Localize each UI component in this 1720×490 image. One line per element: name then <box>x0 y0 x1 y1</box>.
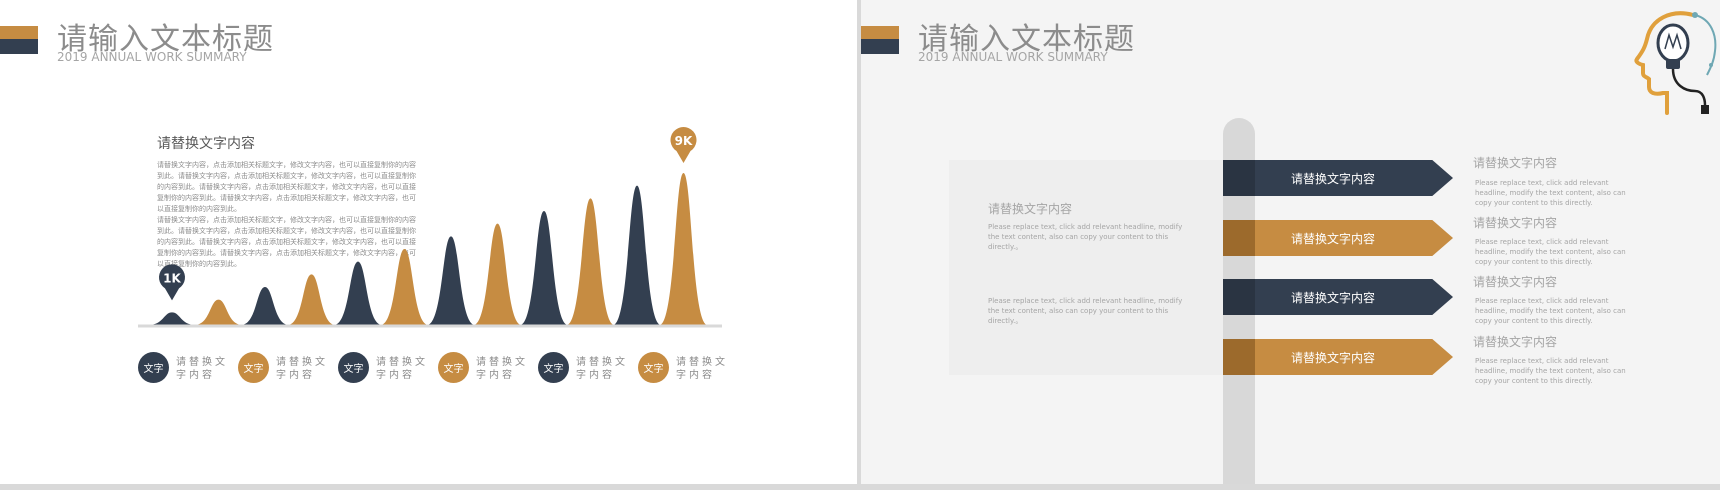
legend-text: 请替换文字内容 <box>176 357 228 381</box>
arrow-label: 请替换文字内容 <box>1291 231 1376 246</box>
item-text-2[interactable]: Please replace text, click add relevant … <box>1475 237 1635 267</box>
item-text-4[interactable]: Please replace text, click add relevant … <box>1475 356 1635 386</box>
legend-item-6[interactable]: 文字 请替换文字内容 <box>638 352 738 388</box>
value-pin: 1K <box>159 264 185 301</box>
legend-item-4[interactable]: 文字 请替换文字内容 <box>438 352 538 388</box>
legend: 文字 请替换文字内容 文字 请替换文字内容 文字 请替换文字内容 文字 请替换文… <box>138 352 738 388</box>
chart-peak <box>241 287 289 325</box>
legend-text: 请替换文字内容 <box>576 357 628 381</box>
arrow-label: 请替换文字内容 <box>1291 171 1376 186</box>
panel-text-1[interactable]: Please replace text, click add relevant … <box>988 222 1193 252</box>
slide-right: 请输入文本标题 2019 ANNUAL WORK SUMMARY 请替换文字内容… <box>861 0 1720 484</box>
item-heading-3[interactable]: 请替换文字内容 <box>1473 273 1557 290</box>
arrow-banner-3[interactable]: 请替换文字内容 <box>1223 279 1453 315</box>
title-accent-orange <box>0 26 38 39</box>
left-panel <box>949 160 1249 375</box>
legend-circle: 文字 <box>338 352 369 383</box>
peak-chart: 1K 9K <box>138 127 722 328</box>
page-subtitle[interactable]: 2019 ANNUAL WORK SUMMARY <box>918 50 1108 64</box>
arrow-banner-4[interactable]: 请替换文字内容 <box>1223 339 1453 375</box>
legend-text: 请替换文字内容 <box>476 357 528 381</box>
chart-peak <box>194 299 243 325</box>
arrow-banner-1[interactable]: 请替换文字内容 <box>1223 160 1453 196</box>
title-accent-navy <box>0 39 38 54</box>
chart-peak <box>380 249 429 325</box>
legend-item-1[interactable]: 文字 请替换文字内容 <box>138 352 238 388</box>
legend-text: 请替换文字内容 <box>376 357 428 381</box>
panel-heading[interactable]: 请替换文字内容 <box>988 200 1072 217</box>
arrow-label: 请替换文字内容 <box>1291 350 1376 365</box>
legend-item-2[interactable]: 文字 请替换文字内容 <box>238 352 338 388</box>
item-heading-4[interactable]: 请替换文字内容 <box>1473 333 1557 350</box>
chart-peak <box>334 261 382 325</box>
arrow-shade <box>1223 279 1255 315</box>
legend-item-5[interactable]: 文字 请替换文字内容 <box>538 352 638 388</box>
legend-circle: 文字 <box>638 352 669 383</box>
item-text-3[interactable]: Please replace text, click add relevant … <box>1475 296 1635 326</box>
chart-peak <box>520 211 568 325</box>
item-heading-2[interactable]: 请替换文字内容 <box>1473 214 1557 231</box>
chart-peak <box>659 173 708 325</box>
pin-label: 9K <box>675 134 693 148</box>
legend-circle: 文字 <box>538 352 569 383</box>
chart-peak <box>473 223 522 325</box>
chart-peak <box>566 198 615 325</box>
arrow-shade <box>1223 339 1255 375</box>
legend-circle: 文字 <box>438 352 469 383</box>
chart-peak <box>148 312 196 325</box>
slide-left: 请输入文本标题 2019 ANNUAL WORK SUMMARY 请替换文字内容… <box>0 0 857 484</box>
chart-peak <box>427 236 475 325</box>
pin-label: 1K <box>163 271 181 285</box>
value-pin: 9K <box>670 127 697 163</box>
arrow-shade <box>1223 160 1255 196</box>
arrow-label: 请替换文字内容 <box>1291 290 1376 305</box>
legend-circle: 文字 <box>138 352 169 383</box>
arrow-shade <box>1223 220 1255 256</box>
title-accent-navy <box>861 39 899 54</box>
title-accent-orange <box>861 26 899 39</box>
panel-text-2[interactable]: Please replace text, click add relevant … <box>988 296 1193 326</box>
arrow-banner-2[interactable]: 请替换文字内容 <box>1223 220 1453 256</box>
chart-peak <box>287 274 336 325</box>
item-text-1[interactable]: Please replace text, click add relevant … <box>1475 178 1635 208</box>
head-lightbulb-icon <box>1634 11 1717 115</box>
legend-item-3[interactable]: 文字 请替换文字内容 <box>338 352 438 388</box>
page-subtitle[interactable]: 2019 ANNUAL WORK SUMMARY <box>57 50 247 64</box>
chart-peak <box>613 185 661 325</box>
legend-circle: 文字 <box>238 352 269 383</box>
item-heading-1[interactable]: 请替换文字内容 <box>1473 154 1557 171</box>
legend-text: 请替换文字内容 <box>676 357 728 381</box>
legend-text: 请替换文字内容 <box>276 357 328 381</box>
